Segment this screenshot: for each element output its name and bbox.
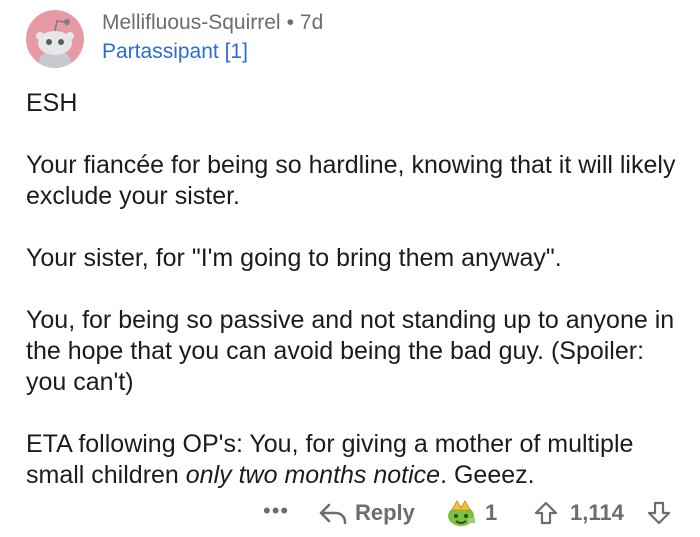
comment-age: 7d <box>299 11 324 34</box>
snoo-avatar-icon[interactable] <box>26 10 84 68</box>
paragraph-text: . Geeez. <box>440 461 535 489</box>
comment-body: ESH Your fiancée for being so hardline, … <box>26 88 686 491</box>
username-link[interactable]: Mellifluous-Squirrel <box>102 11 281 34</box>
more-options-button[interactable]: ••• <box>263 498 289 524</box>
comment-paragraph: Your fiancée for being so hardline, know… <box>26 151 676 210</box>
award-icon[interactable] <box>444 498 478 535</box>
comment-paragraph: You, for being so passive and not standi… <box>26 306 675 396</box>
reply-arrow-icon[interactable] <box>318 502 348 531</box>
comment-header: Mellifluous-Squirrel • 7d Partassipant [1] <box>26 8 686 68</box>
reply-button[interactable]: Reply <box>355 500 415 526</box>
upvote-arrow-icon[interactable] <box>533 500 559 531</box>
comment-paragraph: ESH <box>26 89 78 117</box>
award-count: 1 <box>485 500 498 525</box>
comment-paragraph: ETA following OP's: You, for giving a mo… <box>26 429 686 491</box>
vote-score: 1,114 <box>570 500 624 525</box>
emphasis-text: only two months notice <box>185 461 441 489</box>
user-flair: Partassipant [1] <box>102 40 248 63</box>
separator-dot: • <box>286 11 294 34</box>
comment-actions: ••• Reply 1 1,114 <box>0 496 700 532</box>
downvote-arrow-icon[interactable] <box>646 500 672 531</box>
comment-paragraph: Your sister, for "I'm going to bring the… <box>26 244 562 272</box>
